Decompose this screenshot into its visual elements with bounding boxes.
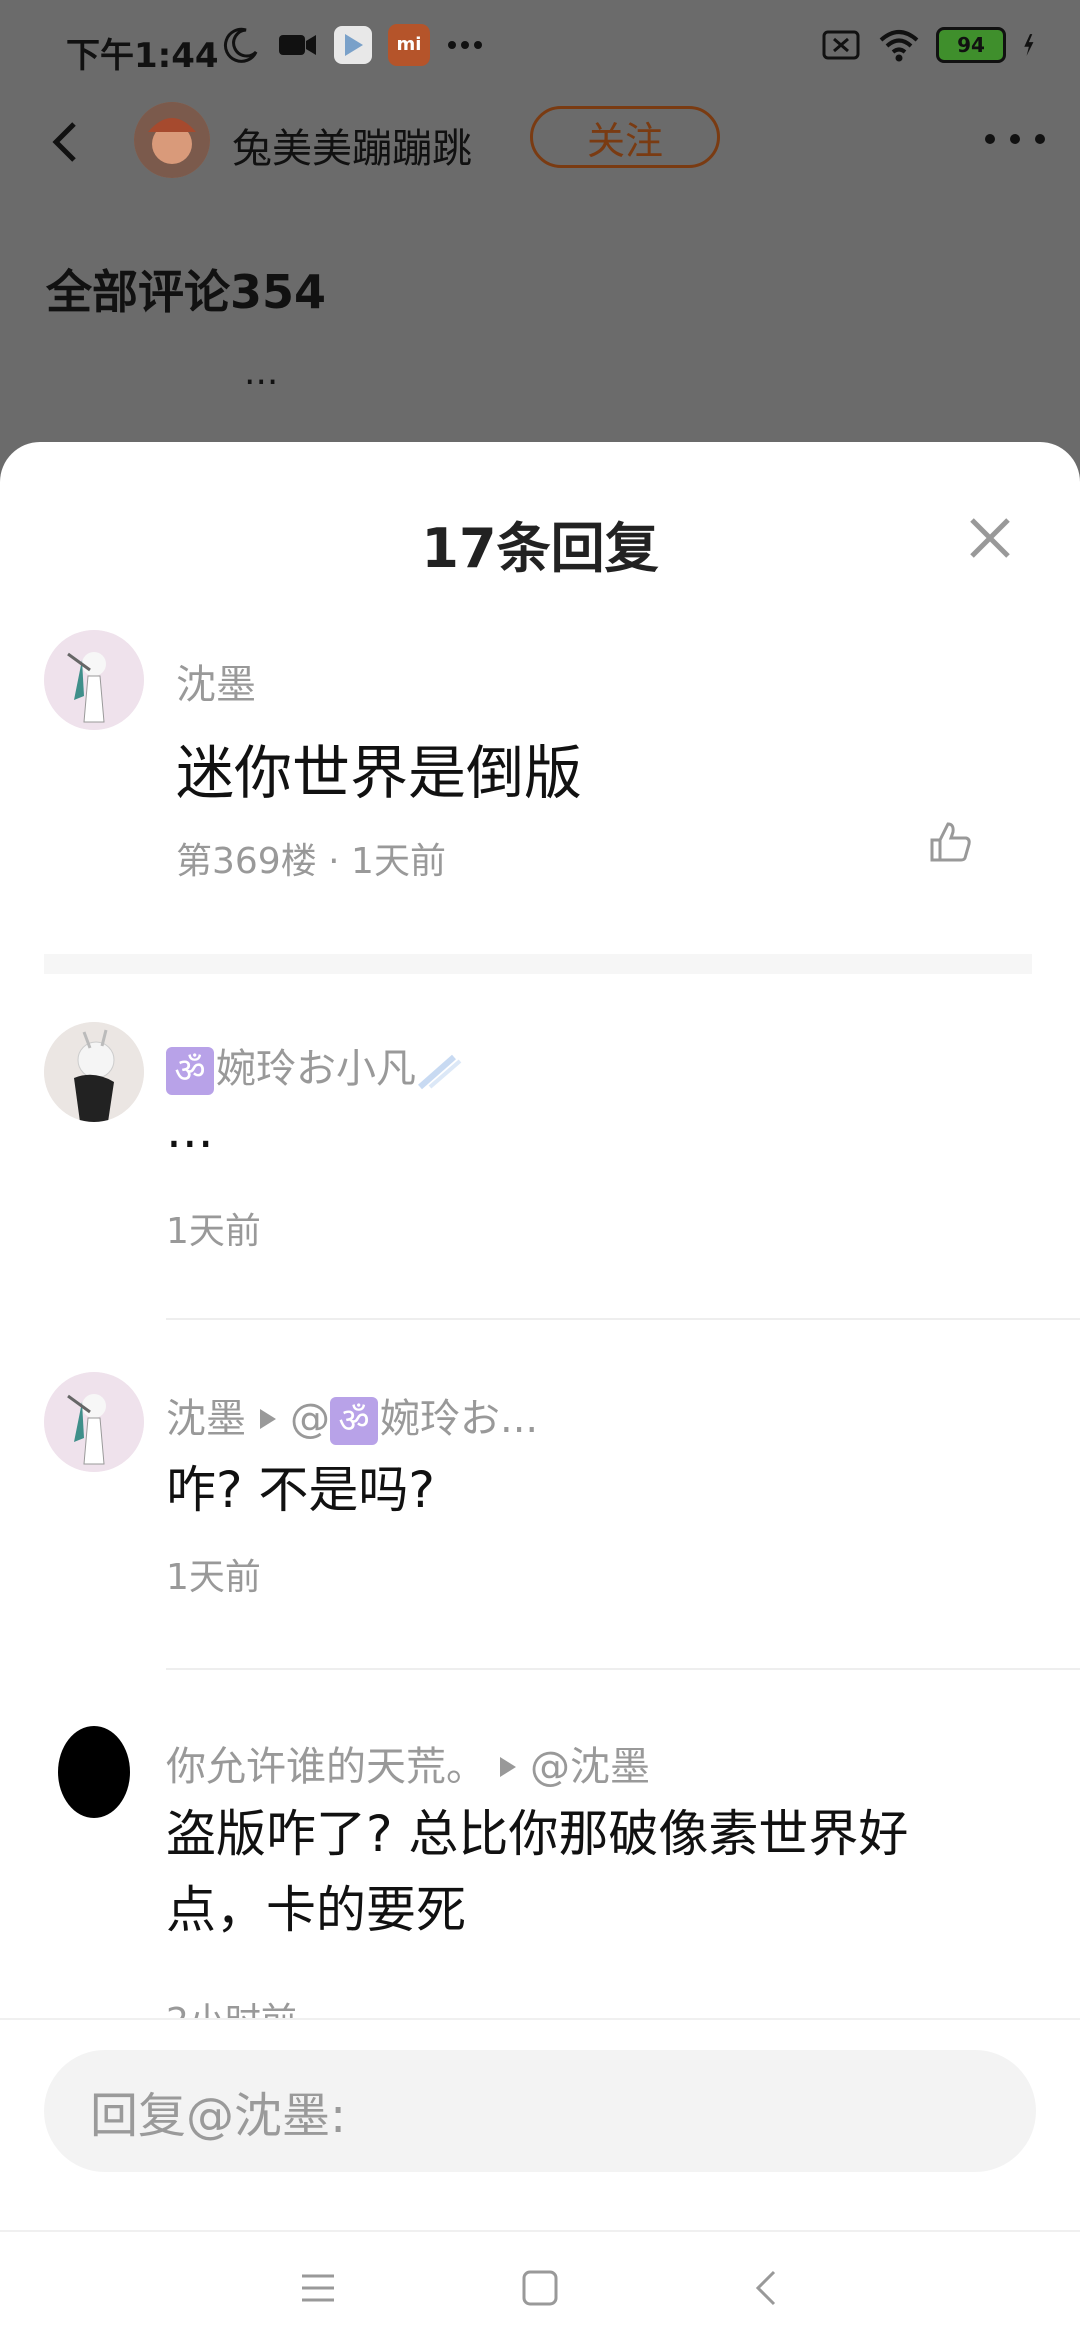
avatar[interactable] — [44, 1372, 144, 1472]
om-emoji-icon: ॐ — [166, 1047, 214, 1095]
reply-item: ॐ 婉玲お小凡 ... 1天前 — [0, 1022, 1080, 1322]
back-icon[interactable] — [746, 2266, 790, 2310]
wifi-icon — [879, 30, 919, 62]
menu-icon[interactable] — [296, 2266, 340, 2310]
reply-item: 沈墨 @ ॐ 婉玲お... 咋? 不是吗? 1天前 — [0, 1372, 1080, 1672]
status-icons-left: mi — [220, 24, 486, 66]
reply-target-name[interactable]: 婉玲お... — [380, 1396, 538, 1442]
section-divider — [44, 954, 1032, 974]
more-dots-icon — [448, 41, 482, 49]
avatar[interactable] — [44, 1720, 144, 1820]
reply-separator — [166, 1318, 1080, 1320]
battery-indicator: 94 — [936, 27, 1006, 63]
mi-app-icon: mi — [388, 24, 430, 66]
charging-icon — [1024, 34, 1034, 56]
reply-separator — [166, 1668, 1080, 1670]
comment-author-name[interactable]: 沈墨 — [176, 652, 256, 710]
reply-author-name[interactable]: 你允许谁的天荒。 — [166, 1744, 486, 1790]
reply-author[interactable]: 你允许谁的天荒。 @沈墨 — [166, 1734, 650, 1792]
reply-time: 1天前 — [166, 1211, 261, 1252]
close-icon[interactable] — [966, 514, 1014, 562]
om-emoji-icon: ॐ — [330, 1397, 378, 1445]
background-comment-text: ... — [244, 352, 279, 393]
system-nav-bar — [0, 2230, 1080, 2340]
status-icons-right: 94 — [820, 24, 1046, 66]
avatar[interactable] — [44, 1022, 144, 1122]
home-icon[interactable] — [518, 2266, 562, 2310]
video-camera-icon — [279, 35, 316, 55]
avatar[interactable] — [44, 630, 144, 730]
comment-meta: 第369楼 · 1天前 — [176, 841, 446, 882]
all-comments-title: 全部评论354 — [46, 265, 327, 319]
moon-icon — [223, 27, 258, 63]
follow-button[interactable]: 关注 — [530, 106, 720, 168]
comet-emoji-icon — [418, 1054, 462, 1090]
play-store-icon — [334, 26, 372, 64]
sheet-title: 17条回复 — [421, 517, 659, 580]
reply-text: 咋? 不是吗? — [166, 1461, 435, 1519]
reply-author[interactable]: ॐ 婉玲お小凡 — [166, 1036, 464, 1095]
reply-arrow-icon — [500, 1757, 516, 1777]
reply-target-name[interactable]: @沈墨 — [530, 1744, 650, 1790]
reply-input[interactable]: 回复@沈墨: — [44, 2050, 1036, 2172]
replies-sheet: 17条回复 沈墨 迷你世界是倒版 第369楼 · 1天前 ॐ 婉玲お小凡 ... … — [0, 442, 1080, 2340]
status-time: 下午1:44 — [66, 36, 219, 76]
reply-arrow-icon — [260, 1409, 276, 1429]
reply-text: 盗版咋了? 总比你那破像素世界好点，卡的要死 — [166, 1805, 909, 1939]
post-header: 兔美美蹦蹦跳 关注 — [0, 96, 1080, 196]
reply-time: 1天前 — [166, 1557, 261, 1598]
reply-author[interactable]: 沈墨 @ ॐ 婉玲お... — [166, 1386, 538, 1445]
author-name[interactable]: 兔美美蹦蹦跳 — [232, 116, 472, 174]
reply-text: ... — [166, 1101, 214, 1159]
sim-off-icon — [822, 30, 860, 60]
author-avatar[interactable] — [134, 102, 210, 178]
back-arrow-icon[interactable] — [42, 118, 90, 166]
status-bar: 下午1:44 mi 94 — [0, 0, 1080, 96]
reply-author-name[interactable]: 婉玲お小凡 — [216, 1046, 416, 1092]
more-options-icon[interactable] — [980, 124, 1050, 154]
reply-composer: 回复@沈墨: — [0, 2018, 1080, 2340]
reply-item: 你允许谁的天荒。@沈墨 盗版咋了? 总比你那破像素世界好点，卡的要死 2小时前 — [0, 1720, 1080, 2042]
thumbs-up-icon[interactable] — [926, 818, 974, 866]
reply-author-name[interactable]: 沈墨 — [166, 1396, 246, 1442]
comment-text: 迷你世界是倒版 — [176, 739, 583, 807]
reply-target-at[interactable]: @ — [290, 1396, 330, 1442]
